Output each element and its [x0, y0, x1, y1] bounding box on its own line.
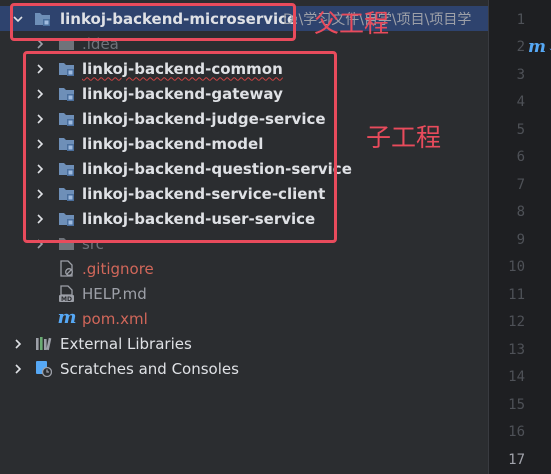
project-tree: linkoj-backend-microservice D:\学习文件\自学\项…: [0, 0, 488, 474]
maven-gutter-icon[interactable]: m↓: [528, 37, 551, 57]
module-label: linkoj-backend-gateway: [82, 84, 283, 103]
folder-icon: [58, 235, 75, 252]
chevron-right-icon[interactable]: [34, 113, 46, 125]
scratches-label: Scratches and Consoles: [60, 359, 239, 378]
line-number: 14: [508, 369, 525, 385]
tree-row-root-project[interactable]: linkoj-backend-microservice D:\学习文件\自学\项…: [0, 6, 488, 31]
module-folder-icon: [58, 85, 75, 102]
root-project-name: linkoj-backend-microservice: [60, 9, 298, 28]
chevron-right-icon[interactable]: [34, 88, 46, 100]
gitignore-label: .gitignore: [82, 259, 154, 278]
line-number: 5: [516, 122, 525, 138]
module-folder-icon: [34, 10, 51, 27]
ignore-file-icon: [58, 260, 75, 277]
module-label: linkoj-backend-common: [82, 59, 283, 78]
chevron-right-icon[interactable]: [12, 363, 24, 375]
markdown-file-icon: MD: [58, 285, 75, 303]
chevron-right-icon[interactable]: [34, 188, 46, 200]
tree-row-module[interactable]: linkoj-backend-gateway: [0, 81, 488, 106]
line-number: 11: [508, 287, 525, 303]
tree-row-scratches[interactable]: Scratches and Consoles: [0, 356, 488, 381]
line-number: 2: [516, 39, 525, 55]
svg-text:MD: MD: [61, 296, 72, 302]
chevron-right-icon[interactable]: [34, 238, 46, 250]
line-number: 10: [508, 259, 525, 275]
line-number: 1: [516, 12, 525, 28]
chevron-right-icon[interactable]: [12, 338, 24, 350]
line-number: 9: [516, 232, 525, 248]
line-number: 16: [508, 424, 525, 440]
module-label: linkoj-backend-question-service: [82, 159, 352, 178]
line-number: 7: [516, 177, 525, 193]
scratches-icon: [35, 360, 53, 378]
module-label: linkoj-backend-user-service: [82, 209, 316, 228]
tree-row-src[interactable]: src: [0, 231, 488, 256]
child-modules-annotation: 子工程: [366, 123, 442, 152]
chevron-right-icon[interactable]: [34, 38, 46, 50]
line-number: 6: [516, 149, 525, 165]
tree-row-module[interactable]: linkoj-backend-question-service: [0, 156, 488, 181]
tree-row-idea[interactable]: .idea: [0, 31, 488, 56]
idea-folder-label: .idea: [82, 34, 119, 53]
module-label: linkoj-backend-judge-service: [82, 109, 326, 128]
module-folder-icon: [58, 135, 75, 152]
chevron-right-icon[interactable]: [34, 63, 46, 75]
editor-gutter: 1 2 m↓ 3 4 5 6 7 8 9 10 11 12 13 14 15 1…: [488, 0, 551, 474]
tree-row-help[interactable]: MD HELP.md: [0, 281, 488, 306]
maven-icon: m: [57, 307, 77, 328]
tree-row-pom[interactable]: m pom.xml: [0, 306, 488, 331]
line-number: 3: [516, 67, 525, 83]
chevron-right-icon[interactable]: [34, 163, 46, 175]
tree-row-gitignore[interactable]: .gitignore: [0, 256, 488, 281]
module-label: linkoj-backend-model: [82, 134, 264, 153]
src-folder-label: src: [82, 234, 104, 253]
module-folder-icon: [58, 210, 75, 227]
tree-row-module[interactable]: linkoj-backend-user-service: [0, 206, 488, 231]
module-folder-icon: [58, 160, 75, 177]
module-label: linkoj-backend-service-client: [82, 184, 326, 203]
chevron-right-icon[interactable]: [34, 213, 46, 225]
parent-project-annotation: 父工程: [314, 9, 390, 38]
help-md-label: HELP.md: [82, 284, 147, 303]
library-icon: [35, 335, 52, 352]
tree-row-external-libraries[interactable]: External Libraries: [0, 331, 488, 356]
current-line-number: 17: [508, 452, 525, 468]
folder-icon: [58, 35, 75, 52]
line-number: 15: [508, 397, 525, 413]
line-number: 13: [508, 342, 525, 358]
chevron-right-icon[interactable]: [34, 138, 46, 150]
tree-row-module[interactable]: linkoj-backend-common: [0, 56, 488, 81]
line-number: 8: [516, 204, 525, 220]
line-number: 4: [516, 94, 525, 110]
ide-window: linkoj-backend-microservice D:\学习文件\自学\项…: [0, 0, 551, 474]
module-folder-icon: [58, 110, 75, 127]
module-folder-icon: [58, 185, 75, 202]
chevron-down-icon[interactable]: [12, 13, 24, 25]
line-number: 12: [508, 314, 525, 330]
tree-row-module[interactable]: linkoj-backend-service-client: [0, 181, 488, 206]
external-libraries-label: External Libraries: [60, 334, 192, 353]
svg-text:m: m: [57, 307, 76, 327]
module-folder-icon: [58, 60, 75, 77]
pom-xml-label: pom.xml: [82, 309, 148, 328]
